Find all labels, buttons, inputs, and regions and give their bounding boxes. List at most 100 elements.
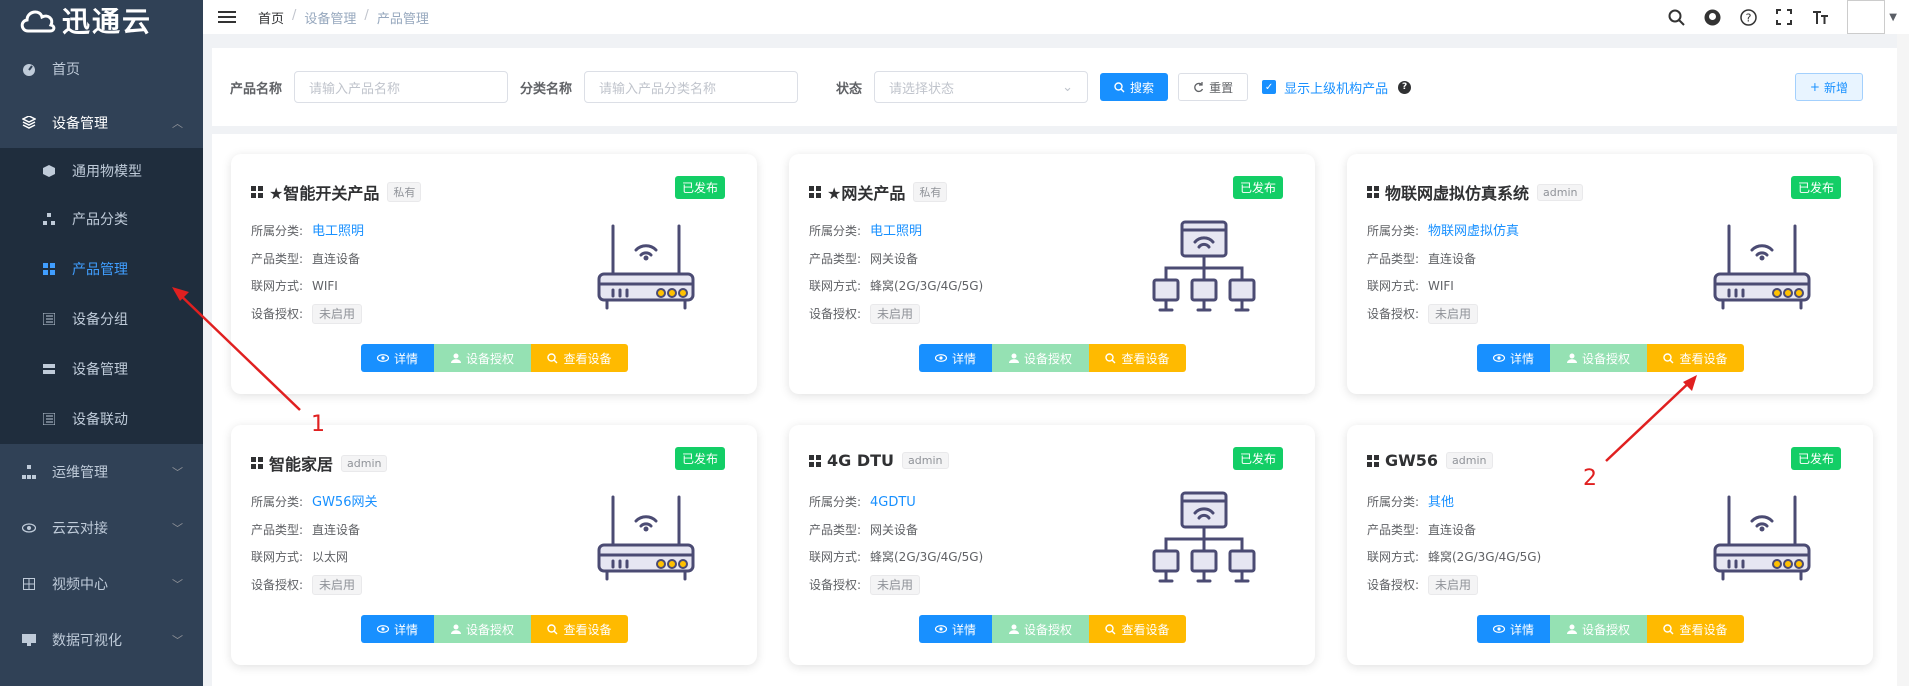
search-icon — [1663, 352, 1674, 363]
product-name-input[interactable]: 请输入产品名称 — [294, 71, 509, 103]
category-input[interactable]: 请输入产品分类名称 — [584, 71, 799, 103]
product-name[interactable]: 智能家居 — [269, 451, 333, 475]
help-icon[interactable]: ? — [1739, 8, 1757, 26]
device-auth-button[interactable]: 设备授权 — [1550, 344, 1647, 372]
reset-button[interactable]: 重置 — [1178, 73, 1249, 101]
sidebar-item-product-management[interactable]: 产品管理 — [0, 244, 203, 294]
font-size-icon[interactable] — [1811, 8, 1829, 26]
product-card[interactable]: 物联网虚拟仿真系统 admin 已发布 所属分类: 物联网虚拟仿真 产品类型: 直连… — [1347, 154, 1873, 394]
auth-key: 设备授权: — [1367, 306, 1420, 321]
sidebar-item-device-management[interactable]: 设备管理 ︿ — [0, 98, 203, 148]
menu-toggle-icon[interactable] — [218, 8, 236, 26]
cloud-icon — [20, 10, 56, 33]
eye-icon — [1492, 625, 1505, 633]
auth-status-tag: 未启用 — [870, 575, 921, 596]
product-card[interactable]: ★网关产品 私有 已发布 所属分类: 电工照明 产品类型: 网关设备 联网方式: 蜂窝… — [789, 154, 1315, 394]
detail-button[interactable]: 详情 — [1477, 344, 1550, 372]
network-value: WIFI — [312, 279, 338, 293]
auth-status-tag: 未启用 — [312, 575, 363, 596]
category-link[interactable]: 其他 — [1428, 489, 1454, 517]
product-card[interactable]: 4G DTU admin 已发布 所属分类: 4GDTU 产品类型: 网关设备 联网… — [789, 425, 1315, 665]
view-devices-button[interactable]: 查看设备 — [531, 344, 628, 372]
sidebar-item-home[interactable]: 首页 — [0, 40, 203, 98]
detail-button[interactable]: 详情 — [919, 344, 992, 372]
view-devices-button[interactable]: 查看设备 — [1647, 615, 1744, 643]
app-name: 迅通云 — [62, 5, 153, 38]
user-icon — [1566, 353, 1577, 363]
detail-button[interactable]: 详情 — [361, 615, 434, 643]
device-auth-button[interactable]: 设备授权 — [434, 615, 531, 643]
product-name[interactable]: ★网关产品 — [827, 180, 905, 204]
question-icon[interactable]: ? — [1398, 80, 1412, 94]
router-illustration — [1707, 218, 1817, 318]
annotation-label-1: 1 — [311, 412, 325, 437]
type-value: 网关设备 — [870, 522, 919, 537]
search-icon — [547, 352, 558, 363]
detail-button-label: 详情 — [393, 351, 418, 366]
view-devices-button[interactable]: 查看设备 — [531, 615, 628, 643]
sidebar-item-device-group[interactable]: 设备分组 — [0, 294, 203, 344]
category-link[interactable]: GW56网关 — [312, 489, 377, 517]
app-logo[interactable]: 迅通云 — [0, 0, 203, 40]
device-auth-button[interactable]: 设备授权 — [992, 615, 1089, 643]
device-auth-button[interactable]: 设备授权 — [434, 344, 531, 372]
list-icon — [42, 412, 56, 426]
device-auth-button[interactable]: 设备授权 — [1550, 615, 1647, 643]
product-name[interactable]: GW56 — [1385, 451, 1438, 470]
detail-button[interactable]: 详情 — [919, 615, 992, 643]
status-badge: 已发布 — [674, 176, 725, 199]
product-card[interactable]: 智能家居 admin 已发布 所属分类: GW56网关 产品类型: 直连设备 联网方… — [231, 425, 757, 665]
sidebar-item-cloud[interactable]: 云云对接 ﹀ — [0, 500, 203, 556]
search-button[interactable]: 搜索 — [1100, 73, 1169, 101]
product-card[interactable]: ★智能开关产品 私有 已发布 所属分类: 电工照明 产品类型: 直连设备 联网方式:… — [231, 154, 757, 394]
show-parent-label[interactable]: 显示上级机构产品 — [1284, 78, 1388, 97]
view-devices-button[interactable]: 查看设备 — [1647, 344, 1744, 372]
eye-icon — [376, 354, 389, 362]
refresh-icon — [1194, 81, 1204, 92]
breadcrumb-device[interactable]: 设备管理 — [304, 8, 356, 27]
product-card[interactable]: GW56 admin 已发布 所属分类: 其他 产品类型: 直连设备 联网方式: 蜂窝… — [1347, 425, 1873, 665]
eye-icon — [934, 625, 947, 633]
status-badge: 已发布 — [1790, 447, 1841, 470]
product-name[interactable]: 物联网虚拟仿真系统 — [1385, 180, 1529, 204]
sidebar-item-video[interactable]: 视频中心 ﹀ — [0, 556, 203, 612]
network-value: 蜂窝(2G/3G/4G/5G) — [870, 279, 984, 293]
detail-button[interactable]: 详情 — [361, 344, 434, 372]
status-label: 状态 — [836, 81, 863, 97]
sidebar-item-device-linkage[interactable]: 设备联动 — [0, 394, 203, 444]
auth-key: 设备授权: — [1367, 577, 1420, 592]
owner-tag: 私有 — [913, 182, 948, 202]
type-key: 产品类型: — [809, 522, 862, 537]
category-link[interactable]: 4GDTU — [870, 489, 916, 517]
sidebar-item-product-category[interactable]: 产品分类 — [0, 194, 203, 244]
auth-key: 设备授权: — [809, 306, 862, 321]
view-devices-button[interactable]: 查看设备 — [1089, 615, 1186, 643]
sidebar-item-device-list[interactable]: 设备管理 — [0, 344, 203, 394]
status-badge: 已发布 — [674, 447, 725, 470]
sidebar-item-visualization[interactable]: 数据可视化 ﹀ — [0, 612, 203, 668]
owner-tag: 私有 — [387, 182, 422, 202]
sidebar-item-label: 设备分组 — [72, 312, 128, 328]
avatar[interactable] — [1847, 0, 1886, 34]
product-name[interactable]: ★智能开关产品 — [269, 180, 379, 204]
eye-icon — [934, 354, 947, 362]
breadcrumb-home[interactable]: 首页 — [258, 8, 284, 27]
caret-down-icon[interactable]: ▼ — [1889, 12, 1897, 23]
add-button[interactable]: + 新增 — [1794, 73, 1863, 101]
category-link[interactable]: 物联网虚拟仿真 — [1428, 218, 1519, 246]
category-link[interactable]: 电工照明 — [312, 218, 364, 246]
status-select[interactable]: 请选择状态 ⌄ — [874, 71, 1089, 103]
detail-button[interactable]: 详情 — [1477, 615, 1550, 643]
device-auth-button[interactable]: 设备授权 — [992, 344, 1089, 372]
search-icon[interactable] — [1667, 8, 1685, 26]
scrollbar[interactable] — [1897, 34, 1909, 686]
type-value: 直连设备 — [312, 251, 361, 266]
show-parent-checkbox[interactable]: ✓ — [1262, 80, 1277, 94]
sidebar-item-thing-model[interactable]: 通用物模型 — [0, 148, 203, 194]
product-name[interactable]: 4G DTU — [827, 451, 894, 470]
sidebar-item-ops[interactable]: 运维管理 ﹀ — [0, 444, 203, 500]
fullscreen-icon[interactable] — [1775, 8, 1793, 26]
github-icon[interactable] — [1703, 8, 1721, 26]
category-link[interactable]: 电工照明 — [870, 218, 922, 246]
view-devices-button[interactable]: 查看设备 — [1089, 344, 1186, 372]
